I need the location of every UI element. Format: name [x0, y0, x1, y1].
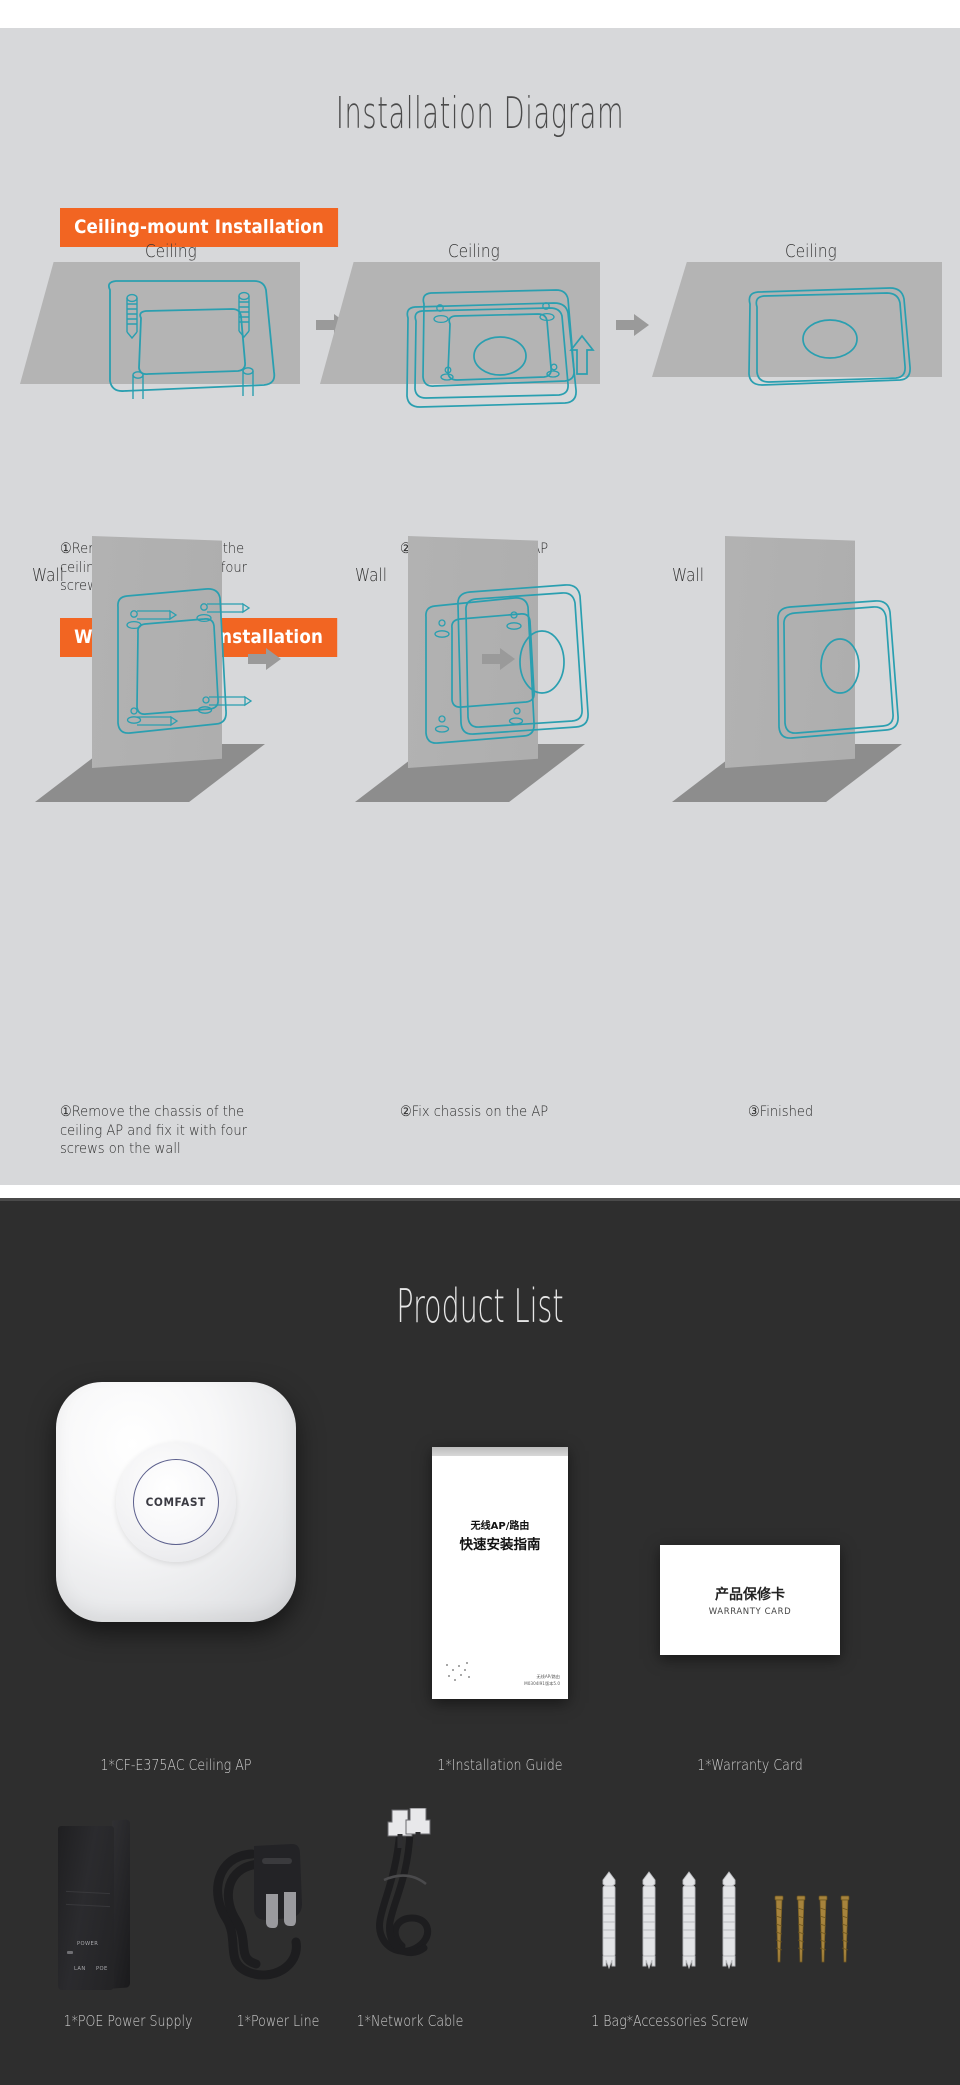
wall-step-1-surface-label: Wall [32, 565, 65, 586]
comfast-logo: COMFAST [145, 1495, 207, 1509]
product-image-warranty-card: 产品保修卡 WARRANTY CARD [660, 1545, 840, 1655]
product-label-network-cable: 1*Network Cable [356, 2012, 464, 2030]
poe-grip-notch [66, 1890, 110, 1908]
product-image-installation-guide: 无线AP/路由 快速安装指南 无线AP/路由 M0304I91版本5.0 [432, 1447, 568, 1699]
product-label-ceiling-ap: 1*CF-E375AC Ceiling AP [100, 1756, 252, 1774]
product-image-network-cable [350, 1808, 470, 1988]
wall-step-arrow-1 [248, 646, 282, 672]
ceiling-ap-outline-1 [88, 276, 288, 401]
product-image-ceiling-ap: COMFAST [56, 1382, 296, 1622]
poe-poe-label: POE [96, 1966, 108, 1972]
product-label-accessories-screw: 1 Bag*Accessories Screw [591, 2012, 749, 2030]
guide-footer-line2: M0304I91版本5.0 [524, 1680, 560, 1686]
page-title: Installation Diagram [335, 88, 625, 139]
guide-title-line2: 快速安装指南 [459, 1537, 541, 1553]
installation-diagram-section: Installation Diagram Ceiling-mount Insta… [0, 28, 960, 1185]
step-arrow-2 [616, 312, 650, 338]
product-label-installation-guide: 1*Installation Guide [437, 1756, 563, 1774]
product-image-accessories-screw [598, 1870, 860, 1980]
guide-dot-pattern [446, 1661, 472, 1683]
wall-step-2-surface-label: Wall [355, 565, 388, 586]
product-image-power-line [196, 1838, 336, 1988]
poe-lan-label: LAN [74, 1966, 86, 1972]
product-image-poe-power-supply: POWER LAN POE [58, 1818, 130, 1990]
wall-step-3-surface-label: Wall [672, 565, 705, 586]
ap-ring-inner: COMFAST [133, 1459, 219, 1545]
wall-step-arrow-2 [482, 646, 516, 672]
product-list-title: Product List [396, 1279, 564, 1333]
ap-ring-outer: COMFAST [116, 1442, 236, 1562]
guide-title-line1: 无线AP/路由 [470, 1521, 530, 1532]
page-root: Installation Diagram Ceiling-mount Insta… [0, 0, 960, 2085]
warranty-card-en: WARRANTY CARD [708, 1606, 792, 1617]
badge-ceiling-mount: Ceiling-mount Installation [60, 208, 339, 247]
warranty-card-cn: 产品保修卡 [715, 1586, 785, 1603]
wall-ap-outline-3 [770, 598, 910, 743]
wall-step-2-caption: ②Fix chassis on the AP [400, 1104, 549, 1120]
poe-led-indicator [67, 1951, 73, 1954]
wall-step-1-caption: ①Remove the chassis of the ceiling AP an… [60, 1104, 248, 1158]
ceiling-ap-outline-3 [740, 282, 915, 392]
guide-footer: 无线AP/路由 M0304I91版本5.0 [524, 1674, 560, 1687]
wall-ap-outline-1 [108, 583, 268, 748]
wall-step-3-caption: ③Finished [748, 1104, 814, 1120]
ceiling-ap-outline-2 [378, 278, 595, 413]
product-label-warranty-card: 1*Warranty Card [697, 1756, 803, 1774]
ceiling-step-3-surface-label: Ceiling [785, 241, 837, 262]
ceiling-step-2-surface-label: Ceiling [448, 241, 500, 262]
poe-side-face [112, 1819, 130, 1989]
poe-power-label: POWER [77, 1941, 99, 1947]
ceiling-step-1-surface-label: Ceiling [145, 241, 197, 262]
guide-spine [432, 1447, 568, 1456]
